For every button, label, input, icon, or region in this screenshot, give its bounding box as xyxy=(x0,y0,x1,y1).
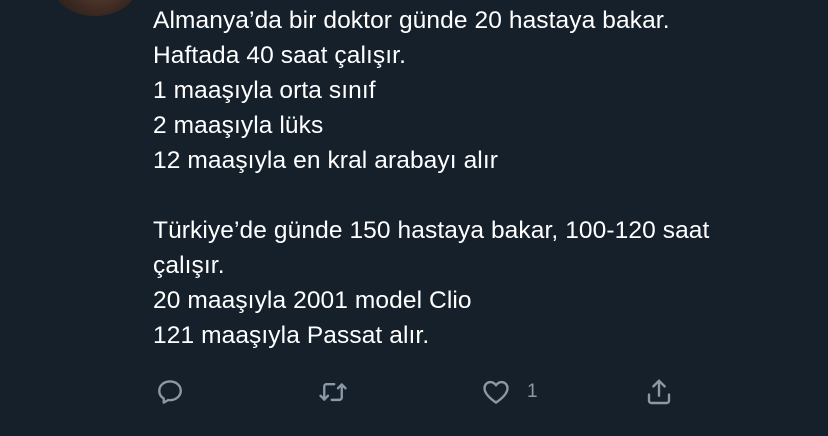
tweet-line: Türkiye’de günde 150 hastaya bakar, 100-… xyxy=(153,217,710,244)
share-icon xyxy=(644,377,674,407)
tweet-line: 20 maaşıyla 2001 model Clio xyxy=(153,287,472,314)
retweet-icon xyxy=(318,377,348,407)
tweet-line: 121 maaşıyla Passat alır. xyxy=(153,322,430,349)
reply-button[interactable] xyxy=(155,372,185,412)
tweet-line: 1 maaşıyla orta sınıf xyxy=(153,77,376,104)
retweet-button[interactable] xyxy=(318,372,348,412)
like-button[interactable]: 1 xyxy=(481,372,538,412)
tweet-line: 12 maaşıyla en kral arabayı alır xyxy=(153,147,499,174)
avatar[interactable] xyxy=(52,0,138,16)
tweet-line: çalışır. xyxy=(153,252,225,279)
reply-icon xyxy=(155,377,185,407)
tweet-line: Haftada 40 saat çalışır. xyxy=(153,42,406,69)
tweet-line: 2 maaşıyla lüks xyxy=(153,112,324,139)
share-button[interactable] xyxy=(644,372,674,412)
like-count: 1 xyxy=(527,381,538,402)
tweet-action-bar: 1 xyxy=(0,372,828,412)
tweet-text: Almanya’da bir doktor günde 20 hastaya b… xyxy=(153,3,813,353)
tweet-line: Almanya’da bir doktor günde 20 hastaya b… xyxy=(153,7,670,34)
heart-icon xyxy=(481,377,511,407)
